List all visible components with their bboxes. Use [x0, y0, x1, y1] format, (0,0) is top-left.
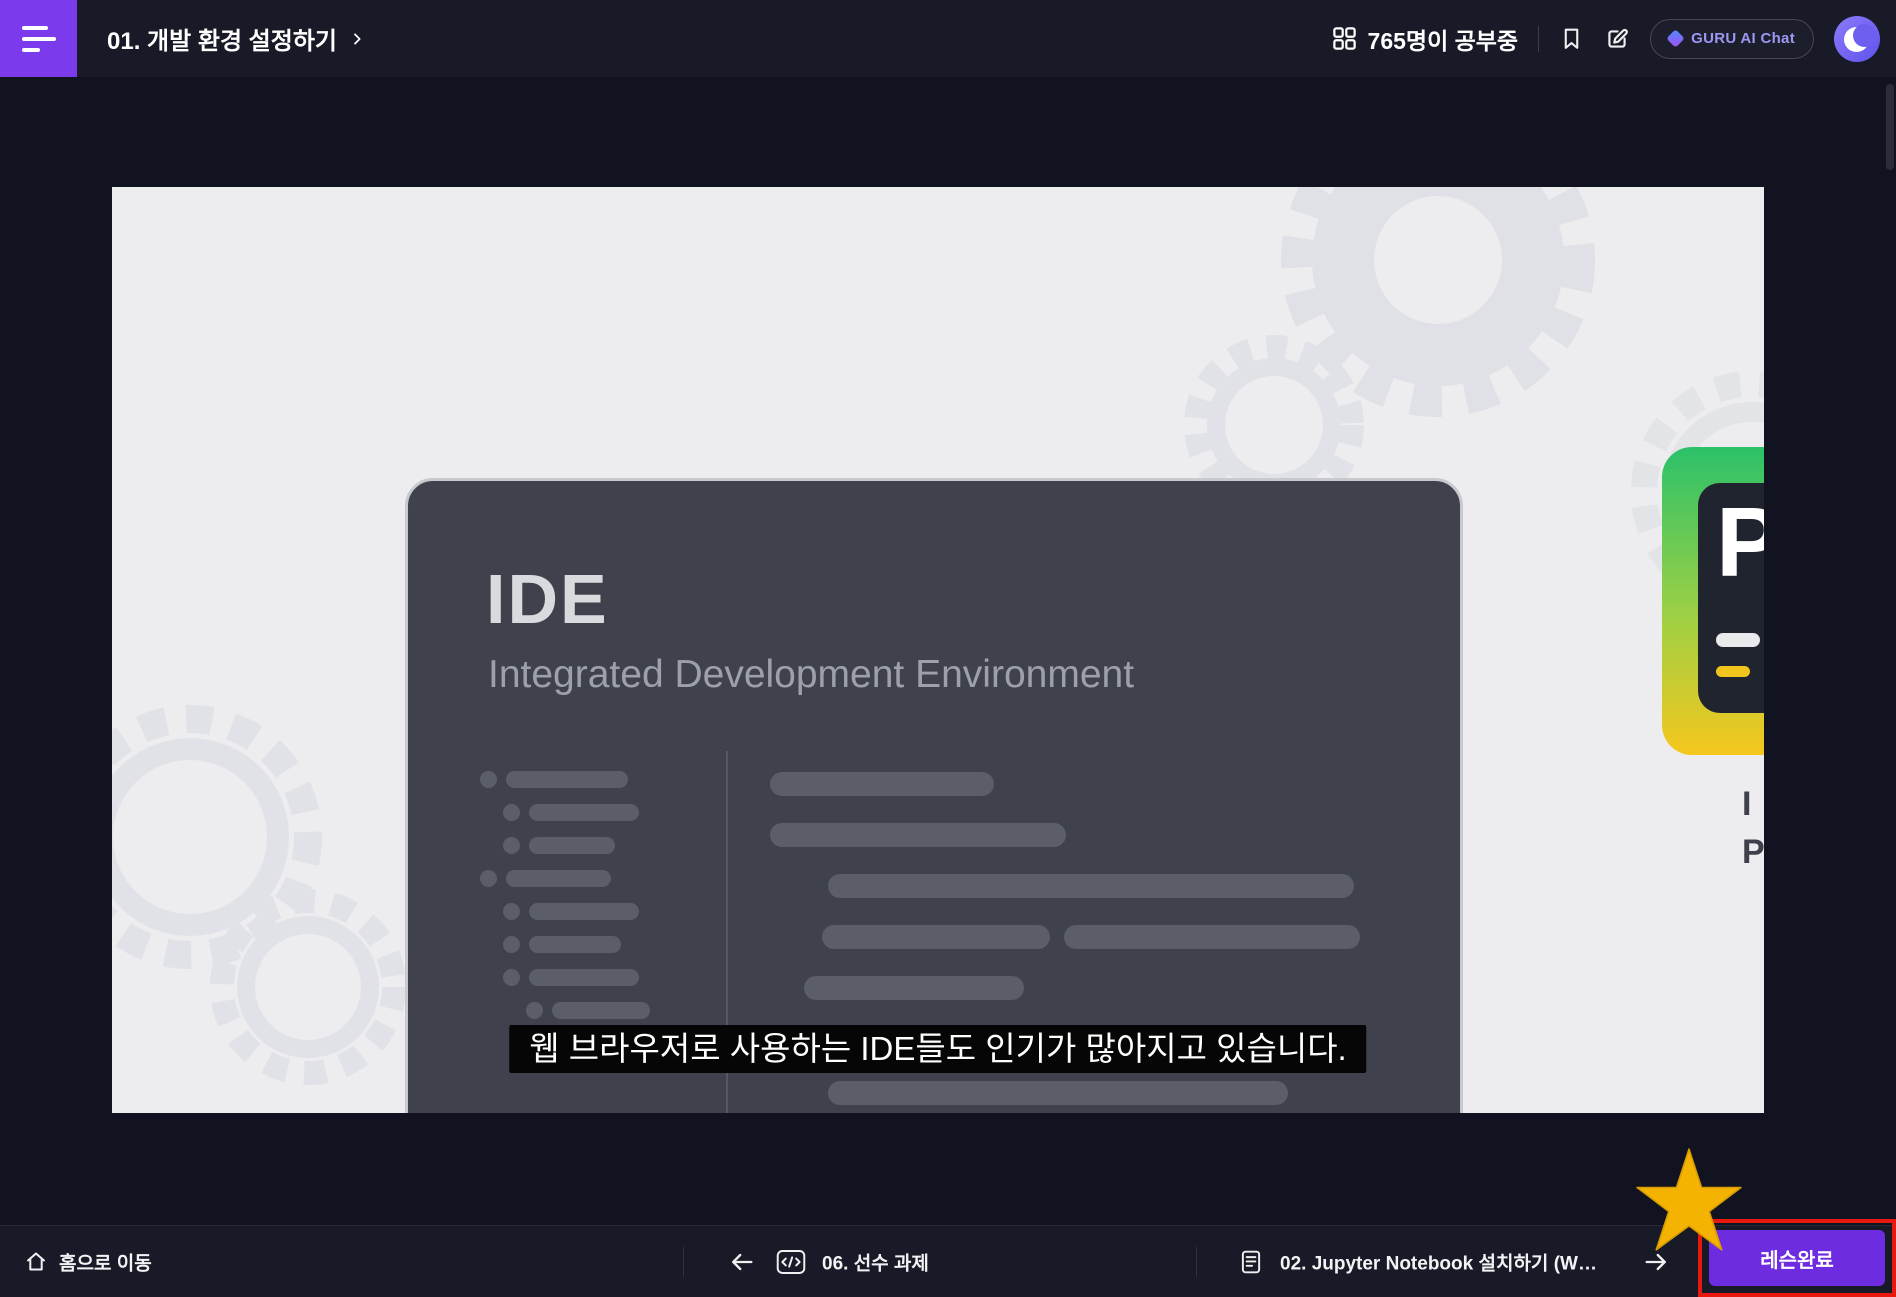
profile-avatar[interactable] [1834, 15, 1880, 62]
home-label: 홈으로 이동 [59, 1253, 152, 1274]
menu-icon [22, 25, 48, 30]
logo-bar [1716, 633, 1760, 647]
guru-ai-chat-button[interactable]: GURU AI Chat [1650, 18, 1814, 59]
lesson-stage: IDE Integrated Development Environment P… [0, 77, 1896, 1225]
bookmark-icon [1559, 26, 1584, 51]
lesson-breadcrumb[interactable]: 01. 개발 환경 설정하기 [107, 21, 365, 56]
code-chip-icon [776, 1249, 806, 1275]
arrow-left-icon [728, 1248, 756, 1276]
avatar-logo [1844, 23, 1876, 52]
grid-icon [1331, 25, 1358, 52]
topbar: 01. 개발 환경 설정하기 765명이 공부중 GURU AI Chat [0, 0, 1896, 77]
python-logo-card: P [1662, 447, 1764, 755]
python-logo-letter: P [1716, 487, 1764, 597]
home-button[interactable]: 홈으로 이동 [24, 1248, 152, 1275]
side-label-line2: Py [1742, 833, 1764, 871]
star-annotation [1636, 1148, 1742, 1251]
python-logo-inner: P [1698, 483, 1764, 713]
bottombar: 홈으로 이동 06. 선수 과제 02. Jupyter Notebook 설치… [0, 1225, 1896, 1297]
compose-icon [1604, 26, 1630, 52]
bookmark-button[interactable] [1559, 26, 1584, 51]
guru-ai-chat-label: GURU AI Chat [1691, 30, 1795, 47]
note-button[interactable] [1604, 26, 1630, 52]
chevron-right-icon [349, 31, 365, 47]
document-icon [1238, 1249, 1264, 1275]
topbar-divider [1538, 25, 1540, 52]
scrollbar-thumb[interactable] [1886, 84, 1894, 170]
studying-count: 765명이 공부중 [1331, 22, 1519, 56]
logo-bar-accent [1716, 666, 1750, 677]
editor-skeleton [480, 751, 1360, 1113]
prev-lesson-arrow[interactable] [728, 1248, 756, 1276]
side-label-line1: I [1742, 785, 1752, 823]
video-slide[interactable]: IDE Integrated Development Environment P… [112, 187, 1764, 1113]
lesson-player-app: 01. 개발 환경 설정하기 765명이 공부중 GURU AI Chat ID… [0, 0, 1896, 1297]
bottombar-divider [1196, 1246, 1197, 1277]
subtitle-caption: 웹 브라우저로 사용하는 IDE들도 인기가 많아지고 있습니다. [509, 1025, 1367, 1073]
bottombar-divider [683, 1246, 684, 1277]
lesson-title: 01. 개발 환경 설정하기 [107, 28, 338, 55]
studying-count-label: 765명이 공부중 [1367, 27, 1519, 54]
diamond-icon [1666, 29, 1685, 48]
home-icon [24, 1250, 48, 1274]
topbar-actions: 765명이 공부중 GURU AI Chat [1331, 15, 1896, 62]
menu-button[interactable] [0, 0, 77, 77]
ide-slide-card: IDE Integrated Development Environment [405, 478, 1463, 1113]
next-lesson-label[interactable]: 02. Jupyter Notebook 설치하기 (W… [1280, 1248, 1597, 1275]
prev-lesson-label[interactable]: 06. 선수 과제 [822, 1248, 929, 1275]
